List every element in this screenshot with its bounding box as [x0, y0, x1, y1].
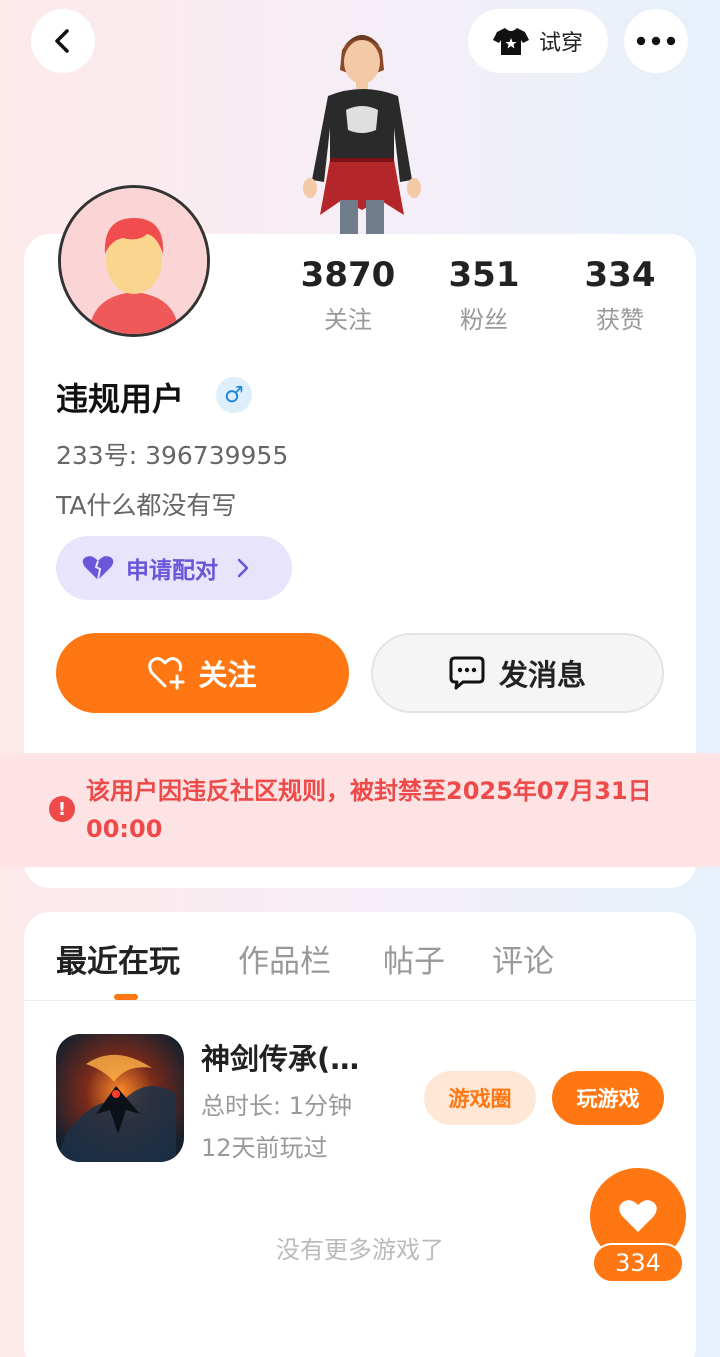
- stat-value: 334: [584, 255, 656, 295]
- game-title[interactable]: 神剑传承(…: [201, 1036, 391, 1078]
- default-avatar-icon: [61, 188, 207, 334]
- tshirt-icon: [492, 28, 529, 55]
- stat-value: 351: [448, 255, 520, 295]
- stat-following[interactable]: 3870 关注: [280, 255, 416, 335]
- apply-pair-label: 申请配对: [126, 558, 218, 584]
- male-gender-icon: ♂: [216, 377, 252, 413]
- tab-posts[interactable]: 帖子: [383, 936, 445, 981]
- follow-button[interactable]: 关注: [56, 633, 349, 713]
- tab-works[interactable]: 作品栏: [238, 936, 331, 981]
- stat-label: 粉丝: [460, 306, 508, 334]
- game-duration: 总时长: 1分钟: [201, 1092, 352, 1120]
- alert-icon: !: [49, 796, 75, 822]
- chevron-right-icon: [237, 558, 249, 578]
- user-bio: TA什么都没有写: [56, 491, 237, 520]
- stat-followers[interactable]: 351 粉丝: [416, 255, 552, 335]
- tab-divider: [24, 1000, 696, 1001]
- play-game-button[interactable]: 玩游戏: [552, 1071, 664, 1125]
- ban-notice-text: 该用户因违反社区规则，被封禁至2025年07月31日 00:00: [86, 777, 652, 843]
- heart-icon: [619, 1200, 657, 1232]
- chat-bubble-icon: [449, 656, 485, 690]
- stat-label: 关注: [324, 306, 372, 334]
- user-id: 233号: 396739955: [56, 441, 289, 470]
- game-icon[interactable]: [56, 1034, 184, 1162]
- try-on-button[interactable]: 试穿: [468, 9, 608, 73]
- apply-pair-button[interactable]: 申请配对: [56, 536, 292, 600]
- back-button[interactable]: [31, 9, 95, 73]
- heart-plus-icon: [148, 657, 185, 690]
- game-last-played: 12天前玩过: [201, 1134, 328, 1162]
- game-cover-image: [56, 1034, 184, 1162]
- more-options-button[interactable]: [624, 9, 688, 73]
- stat-label: 获赞: [596, 306, 644, 334]
- tab-recently-played[interactable]: 最近在玩: [56, 936, 180, 981]
- game-circle-button[interactable]: 游戏圈: [424, 1071, 536, 1125]
- username: 违规用户: [56, 380, 185, 418]
- stat-value: 3870: [300, 255, 396, 295]
- stats-row: 3870 关注 351 粉丝 334 获赞: [280, 255, 720, 345]
- more-dots-icon: [636, 36, 676, 46]
- send-message-label: 发消息: [498, 658, 586, 692]
- send-message-button[interactable]: 发消息: [371, 633, 664, 713]
- chevron-left-icon: [55, 29, 69, 53]
- avatar-3d-figure[interactable]: [290, 10, 435, 235]
- stat-likes[interactable]: 334 获赞: [552, 255, 688, 335]
- like-count: 334: [592, 1243, 684, 1283]
- tab-comments[interactable]: 评论: [492, 936, 554, 981]
- try-on-label: 试穿: [538, 31, 583, 56]
- heart-icon: [82, 556, 114, 581]
- follow-label: 关注: [198, 658, 257, 692]
- avatar[interactable]: [58, 185, 210, 337]
